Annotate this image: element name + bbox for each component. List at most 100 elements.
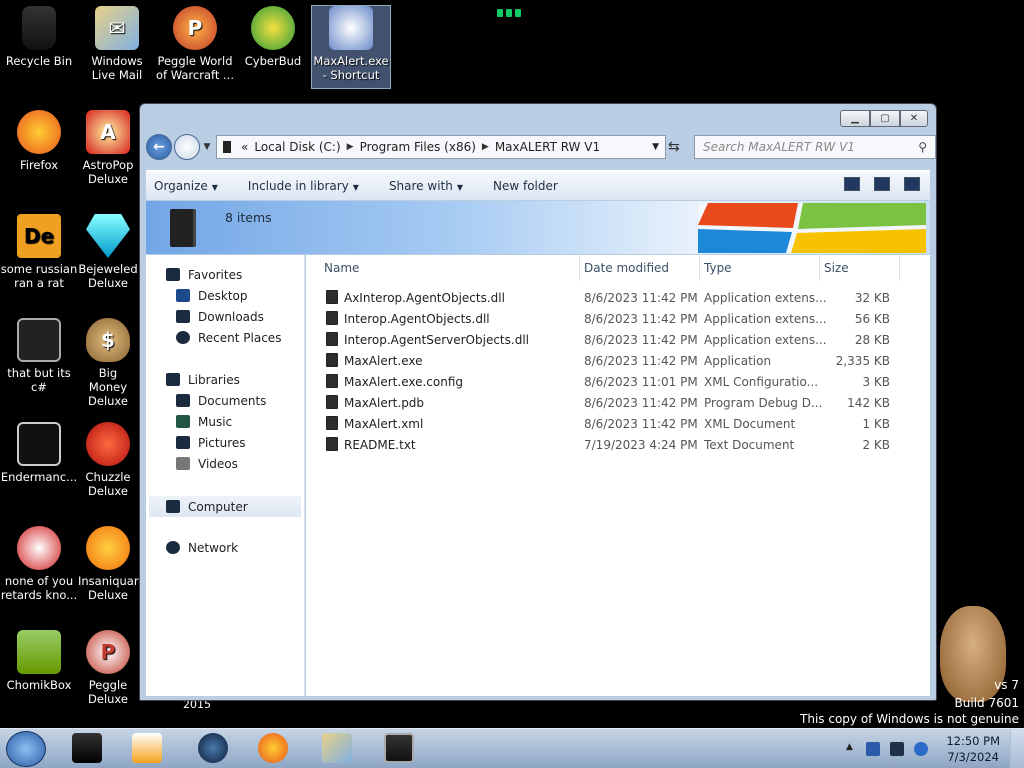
desktop-icon-csharp[interactable]: that but its c# xyxy=(0,318,78,394)
desktop-icon-endermanch[interactable]: Endermanc... xyxy=(0,422,78,484)
folder-icon xyxy=(170,209,196,247)
taskbar-browser[interactable] xyxy=(198,733,228,763)
maxalert-icon xyxy=(329,6,373,50)
view-controls xyxy=(844,177,920,191)
explorer-window[interactable]: ▁ ▢ ✕ ← ▼ « Local Disk (C:) ▶ Program Fi… xyxy=(139,103,937,701)
nav-label: Recent Places xyxy=(198,330,282,345)
de-icon: De xyxy=(17,214,61,258)
forward-button[interactable] xyxy=(174,134,200,160)
desktop-icon-chomikbox[interactable]: ChomikBox xyxy=(0,630,78,692)
file-row[interactable]: MaxAlert.exe.config 8/6/2023 11:01 PM XML … xyxy=(326,371,926,392)
close-button[interactable]: ✕ xyxy=(900,110,928,127)
taskbar-media-player[interactable] xyxy=(132,733,162,763)
file-date: 8/6/2023 11:42 PM xyxy=(584,353,698,368)
nav-recent-places[interactable]: Recent Places xyxy=(176,328,281,347)
file-type: Text Document xyxy=(704,437,795,452)
action-center-icon[interactable] xyxy=(866,742,880,756)
nav-pictures[interactable]: Pictures xyxy=(176,433,246,452)
file-size: 28 KB xyxy=(854,332,890,347)
desktop-icon-dragon[interactable]: none of you retards kno... xyxy=(0,526,78,602)
breadcrumb-overflow[interactable]: « xyxy=(241,140,248,154)
desktop-icon-astropop[interactable]: A AstroPop Deluxe xyxy=(78,110,138,186)
recent-pages-dropdown[interactable]: ▼ xyxy=(200,142,214,152)
desktop-icon-label: some russian ran a rat xyxy=(0,262,78,290)
file-row[interactable]: Interop.AgentServerObjects.dll 8/6/2023 1… xyxy=(326,329,926,350)
breadcrumb-local-disk[interactable]: Local Disk (C:) xyxy=(254,140,340,154)
desktop-icon-insaniquarium[interactable]: Insaniquarium Deluxe xyxy=(78,526,160,602)
file-row[interactable]: AxInterop.AgentObjects.dll 8/6/2023 11:42… xyxy=(326,287,926,308)
desktop-icon-big-money[interactable]: $ Big Money Deluxe xyxy=(78,318,138,408)
column-header-size[interactable]: Size xyxy=(820,255,900,281)
search-input[interactable]: Search MaxALERT RW V1 ⚲ xyxy=(694,135,936,159)
maximize-button[interactable]: ▢ xyxy=(870,110,900,127)
watermark-not-genuine: This copy of Windows is not genuine xyxy=(800,712,1019,726)
new-folder-button[interactable]: New folder xyxy=(493,179,558,193)
nav-network[interactable]: Network xyxy=(166,538,238,557)
column-header-name[interactable]: Name xyxy=(320,255,580,281)
column-header-type[interactable]: Type xyxy=(700,255,820,281)
nav-documents[interactable]: Documents xyxy=(176,391,266,410)
nav-computer[interactable]: Computer xyxy=(149,496,301,517)
file-row[interactable]: Interop.AgentObjects.dll 8/6/2023 11:42 P… xyxy=(326,308,926,329)
include-in-library-button[interactable]: Include in library ▼ xyxy=(248,179,359,193)
desktop-icon-recycle-bin[interactable]: Recycle Bin xyxy=(0,6,78,68)
share-with-button[interactable]: Share with ▼ xyxy=(389,179,463,193)
breadcrumb-separator-icon[interactable]: ▶ xyxy=(347,142,354,152)
nav-desktop[interactable]: Desktop xyxy=(176,286,248,305)
nav-favorites[interactable]: Favorites xyxy=(166,265,242,284)
column-header-date[interactable]: Date modified xyxy=(580,255,700,281)
file-row[interactable]: MaxAlert.xml 8/6/2023 11:42 PM XML Documen… xyxy=(326,413,926,434)
refresh-icon: ⇆ xyxy=(668,139,680,155)
breadcrumb-program-files[interactable]: Program Files (x86) xyxy=(360,140,476,154)
taskbar-mail[interactable] xyxy=(322,733,352,763)
desktop-icon-cyberbud[interactable]: CyberBud xyxy=(234,6,312,68)
file-icon xyxy=(326,374,338,388)
caption-buttons: ▁ ▢ ✕ xyxy=(840,110,928,127)
desktop-icon-maxalert-shortcut[interactable]: MaxAlert.exe - Shortcut xyxy=(311,5,391,89)
chuzzle-icon xyxy=(86,422,130,466)
desktop-icon-peggle-deluxe[interactable]: P Peggle Deluxe xyxy=(78,630,138,706)
nav-label: Downloads xyxy=(198,309,264,324)
nav-videos[interactable]: Videos xyxy=(176,454,238,473)
desktop-icon-peggle-wow[interactable]: P Peggle World of Warcraft ... xyxy=(156,6,234,82)
minimize-icon: ▁ xyxy=(851,113,859,124)
breadcrumb-separator-icon[interactable]: ▶ xyxy=(482,142,489,152)
address-dropdown-icon[interactable]: ▼ xyxy=(652,142,659,152)
nav-libraries[interactable]: Libraries xyxy=(166,370,240,389)
nav-downloads[interactable]: Downloads xyxy=(176,307,264,326)
volume-icon[interactable] xyxy=(914,742,928,756)
start-button[interactable] xyxy=(6,731,46,767)
organize-button[interactable]: Organize ▼ xyxy=(154,179,218,193)
file-row[interactable]: MaxAlert.exe 8/6/2023 11:42 PM Application… xyxy=(326,350,926,371)
file-list[interactable]: Name Date modified Type Size AxInterop.A… xyxy=(306,255,930,696)
fish-icon xyxy=(86,526,130,570)
change-view-icon[interactable] xyxy=(844,177,860,191)
file-type: Application extens... xyxy=(704,290,827,305)
address-bar[interactable]: « Local Disk (C:) ▶ Program Files (x86) … xyxy=(216,135,666,159)
desktop-icon-firefox[interactable]: Firefox xyxy=(0,110,78,172)
breadcrumb-maxalert[interactable]: MaxALERT RW V1 xyxy=(495,140,600,154)
desktop-icon-chuzzle[interactable]: Chuzzle Deluxe xyxy=(78,422,138,498)
show-hidden-icons-button[interactable]: ▲ xyxy=(846,742,860,756)
help-icon[interactable] xyxy=(904,177,920,191)
file-row[interactable]: README.txt 7/19/2023 4:24 PM Text Document… xyxy=(326,434,926,455)
share-label: Share with xyxy=(388,178,453,193)
desktop-icon-windows-live-mail[interactable]: ✉ Windows Live Mail xyxy=(78,6,156,82)
file-row[interactable]: MaxAlert.pdb 8/6/2023 11:42 PM Program Deb… xyxy=(326,392,926,413)
clock[interactable]: 12:50 PM 7/3/2024 xyxy=(946,733,1000,765)
taskbar-firefox[interactable] xyxy=(258,733,288,763)
preview-pane-icon[interactable] xyxy=(874,177,890,191)
money-bag-icon: $ xyxy=(86,318,130,362)
file-icon xyxy=(326,290,338,304)
network-tray-icon[interactable] xyxy=(890,742,904,756)
desktop-icon-de[interactable]: De some russian ran a rat xyxy=(0,214,78,290)
file-icon xyxy=(326,353,338,367)
taskbar-maxalert[interactable] xyxy=(384,733,414,763)
refresh-button[interactable]: ⇆ xyxy=(668,139,680,155)
show-desktop-button[interactable] xyxy=(1010,729,1024,768)
minimize-button[interactable]: ▁ xyxy=(840,110,870,127)
nav-music[interactable]: Music xyxy=(176,412,232,431)
taskbar-explorer[interactable] xyxy=(72,733,102,763)
desktop-icon-bejeweled[interactable]: Bejeweled Deluxe xyxy=(78,214,138,290)
back-button[interactable]: ← xyxy=(146,134,172,160)
